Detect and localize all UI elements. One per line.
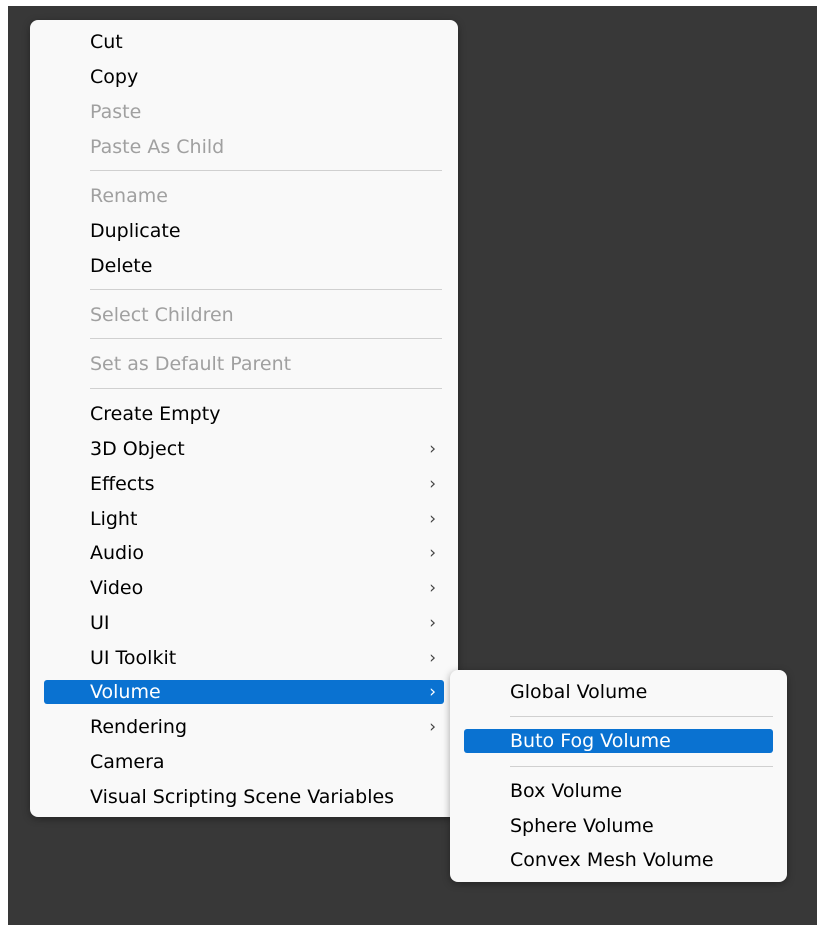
menu-item-ui[interactable]: UI › xyxy=(30,606,458,641)
menu-item-camera[interactable]: Camera xyxy=(30,745,458,780)
submenu-item-sphere-volume[interactable]: Sphere Volume xyxy=(450,809,787,844)
menu-item-duplicate[interactable]: Duplicate xyxy=(30,214,458,249)
menu-item-label: Visual Scripting Scene Variables xyxy=(90,786,395,808)
menu-item-label: UI xyxy=(90,612,110,634)
menu-item-label: Cut xyxy=(90,31,123,53)
menu-item-label: Set as Default Parent xyxy=(90,353,292,375)
menu-separator xyxy=(90,289,442,290)
chevron-right-icon: › xyxy=(429,613,436,633)
menu-item-visual-scripting-scene-variables[interactable]: Visual Scripting Scene Variables xyxy=(30,780,458,815)
context-menu: Cut Copy Paste Paste As Child Rename Dup… xyxy=(30,20,458,817)
menu-separator xyxy=(510,716,773,717)
menu-item-label: Video xyxy=(90,577,144,599)
chevron-right-icon: › xyxy=(429,648,436,668)
chevron-right-icon: › xyxy=(429,578,436,598)
menu-item-label: Paste As Child xyxy=(90,136,225,158)
menu-item-label: Light xyxy=(90,508,138,530)
menu-item-paste: Paste xyxy=(30,95,458,130)
menu-item-label: Create Empty xyxy=(90,403,221,425)
menu-item-volume[interactable]: Volume › xyxy=(30,675,458,710)
menu-item-rename: Rename xyxy=(30,179,458,214)
chevron-right-icon: › xyxy=(429,439,436,459)
menu-separator xyxy=(510,766,773,767)
menu-item-label: Effects xyxy=(90,473,155,495)
menu-item-label: Paste xyxy=(90,101,142,123)
menu-separator xyxy=(90,338,442,339)
submenu-item-label: Buto Fog Volume xyxy=(510,730,671,752)
chevron-right-icon: › xyxy=(429,509,436,529)
menu-item-label: Rename xyxy=(90,185,168,207)
chevron-right-icon: › xyxy=(429,543,436,563)
menu-item-video[interactable]: Video › xyxy=(30,571,458,606)
menu-item-copy[interactable]: Copy xyxy=(30,60,458,95)
menu-item-audio[interactable]: Audio › xyxy=(30,536,458,571)
menu-item-cut[interactable]: Cut xyxy=(30,25,458,60)
menu-item-delete[interactable]: Delete xyxy=(30,249,458,284)
menu-item-paste-as-child: Paste As Child xyxy=(30,130,458,165)
menu-item-3d-object[interactable]: 3D Object › xyxy=(30,432,458,467)
menu-item-label: Camera xyxy=(90,751,165,773)
menu-item-create-empty[interactable]: Create Empty xyxy=(30,397,458,432)
submenu-item-label: Convex Mesh Volume xyxy=(510,849,714,871)
submenu-item-global-volume[interactable]: Global Volume xyxy=(450,675,787,710)
menu-item-label: Volume xyxy=(90,681,161,703)
menu-item-set-default-parent: Set as Default Parent xyxy=(30,347,458,382)
menu-item-effects[interactable]: Effects › xyxy=(30,467,458,502)
submenu-item-label: Box Volume xyxy=(510,780,623,802)
menu-item-label: Rendering xyxy=(90,716,188,738)
submenu-item-buto-fog-volume[interactable]: Buto Fog Volume xyxy=(450,724,787,759)
menu-item-ui-toolkit[interactable]: UI Toolkit › xyxy=(30,641,458,676)
menu-item-rendering[interactable]: Rendering › xyxy=(30,710,458,745)
menu-item-select-children: Select Children xyxy=(30,298,458,333)
menu-item-label: Copy xyxy=(90,66,139,88)
submenu-item-label: Global Volume xyxy=(510,681,648,703)
menu-item-label: Select Children xyxy=(90,304,234,326)
chevron-right-icon: › xyxy=(429,474,436,494)
menu-item-light[interactable]: Light › xyxy=(30,502,458,537)
menu-item-label: UI Toolkit xyxy=(90,647,177,669)
submenu-item-box-volume[interactable]: Box Volume xyxy=(450,774,787,809)
menu-separator xyxy=(90,388,442,389)
menu-item-label: Delete xyxy=(90,255,153,277)
chevron-right-icon: › xyxy=(429,682,436,702)
menu-item-label: Duplicate xyxy=(90,220,181,242)
chevron-right-icon: › xyxy=(429,717,436,737)
submenu-item-convex-mesh-volume[interactable]: Convex Mesh Volume xyxy=(450,843,787,878)
menu-item-label: 3D Object xyxy=(90,438,185,460)
volume-submenu: Global Volume Buto Fog Volume Box Volume… xyxy=(450,670,787,882)
menu-item-label: Audio xyxy=(90,542,145,564)
submenu-item-label: Sphere Volume xyxy=(510,815,654,837)
menu-separator xyxy=(90,170,442,171)
